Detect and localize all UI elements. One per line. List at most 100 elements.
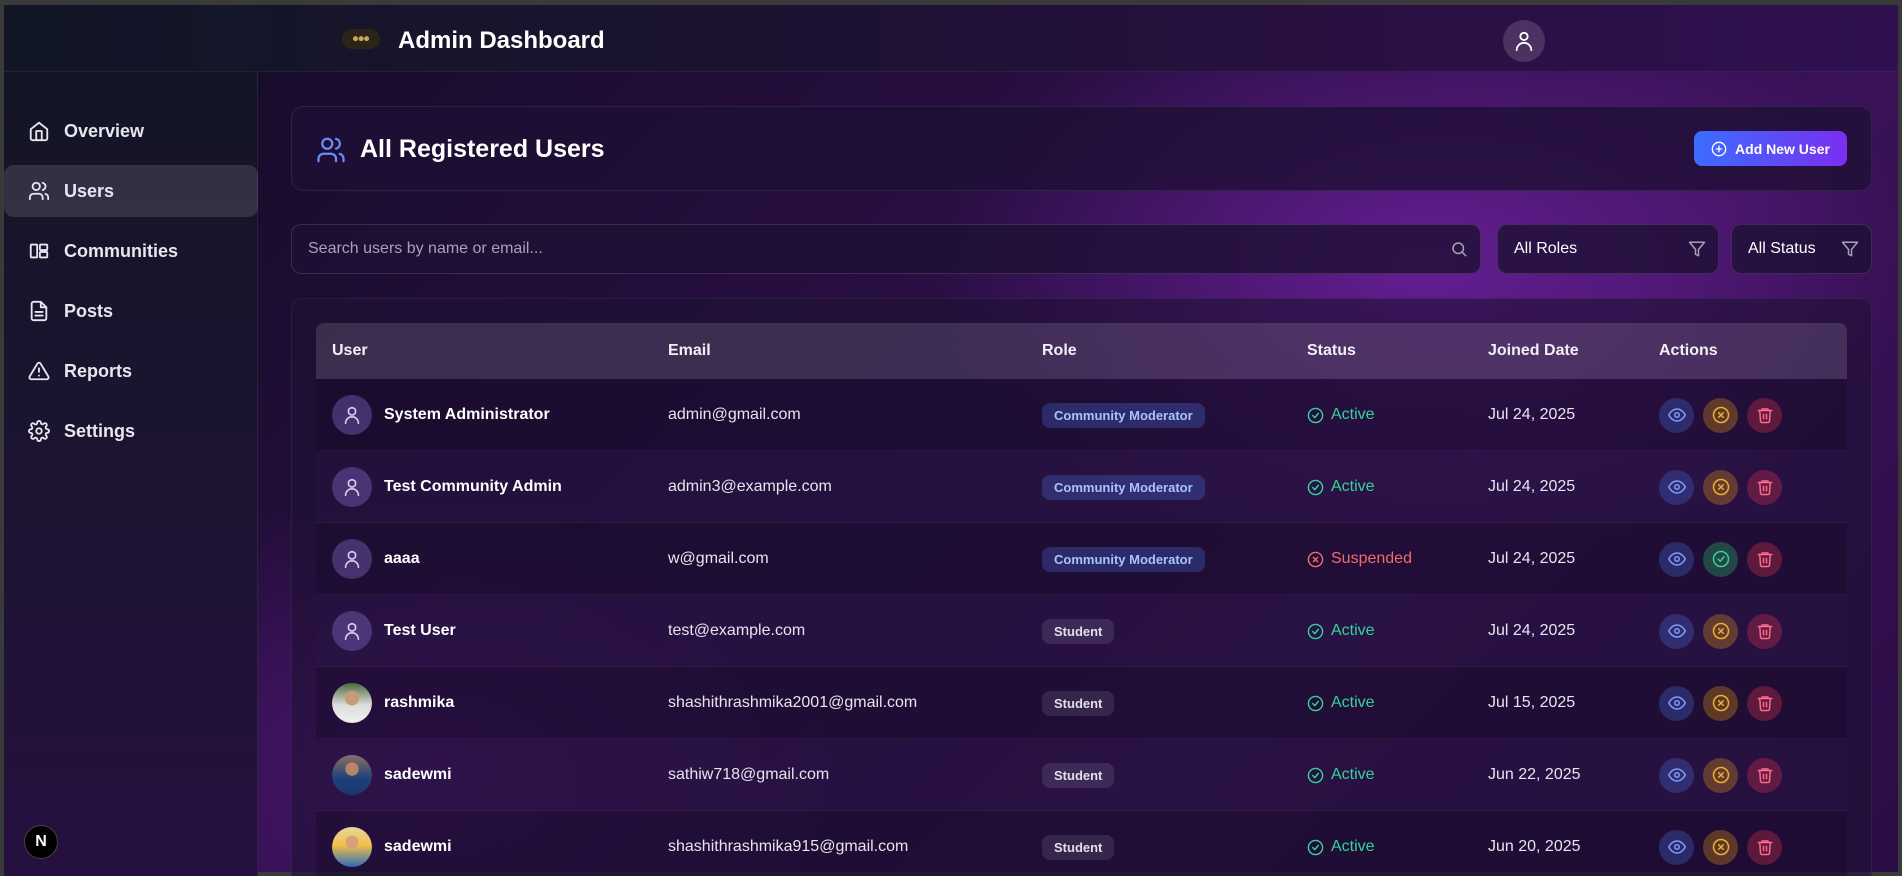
- avatar: [332, 395, 372, 435]
- status-filter-value: All Status: [1748, 240, 1816, 257]
- sidebar-item-users[interactable]: Users: [4, 165, 258, 217]
- check-circle-icon: [1307, 767, 1324, 783]
- users-icon: [28, 181, 50, 201]
- suspend-user-button[interactable]: [1703, 613, 1738, 649]
- joined-date-cell: Jul 15, 2025: [1488, 694, 1576, 711]
- column-header-user[interactable]: User: [332, 342, 368, 360]
- table-header: [316, 323, 1847, 379]
- joined-date-cell: Jul 24, 2025: [1488, 622, 1576, 639]
- column-header-joined[interactable]: Joined Date: [1488, 342, 1579, 360]
- view-user-button[interactable]: [1659, 757, 1694, 793]
- x-circle-icon: [1712, 478, 1729, 496]
- user-icon: [344, 478, 360, 497]
- role-badge: Student: [1042, 762, 1115, 788]
- suspend-user-button[interactable]: [1703, 829, 1738, 865]
- avatar: [332, 755, 372, 795]
- eye-icon: [1667, 624, 1686, 638]
- status-cell: Active: [1307, 379, 1375, 451]
- dev-badge[interactable]: N: [24, 825, 58, 859]
- delete-user-button[interactable]: [1747, 469, 1782, 505]
- eye-icon: [1667, 768, 1686, 782]
- page-title: All Registered Users: [360, 135, 605, 163]
- user-cell: aaaa: [332, 523, 420, 595]
- delete-user-button[interactable]: [1747, 829, 1782, 865]
- activate-user-button[interactable]: [1703, 541, 1738, 577]
- delete-user-button[interactable]: [1747, 757, 1782, 793]
- joined-date-cell: Jun 22, 2025: [1488, 766, 1581, 783]
- actions-cell: [1659, 451, 1782, 523]
- role-cell: Student: [1042, 595, 1115, 667]
- status-badge: Active: [1331, 766, 1375, 783]
- column-header-status[interactable]: Status: [1307, 342, 1356, 360]
- trash-icon: [1757, 840, 1772, 856]
- email-cell: w@gmail.com: [668, 550, 769, 567]
- avatar: [332, 827, 372, 867]
- sidebar-item-settings[interactable]: Settings: [4, 405, 258, 457]
- home-icon: [29, 121, 49, 142]
- role-badge: Community Moderator: [1042, 402, 1205, 428]
- table-row: rashmika shashithrashmika2001@gmail.com St…: [316, 667, 1847, 739]
- user-name: sadewmi: [384, 766, 452, 783]
- trash-icon: [1757, 696, 1772, 712]
- actions-cell: [1659, 739, 1782, 811]
- x-circle-icon: [1712, 838, 1729, 856]
- avatar: [332, 611, 372, 651]
- table-row: sadewmi shashithrashmika915@gmail.com Stud…: [316, 811, 1847, 876]
- user-name: Test Community Admin: [384, 478, 562, 495]
- suspend-user-button[interactable]: [1703, 469, 1738, 505]
- profile-button[interactable]: [1503, 20, 1545, 62]
- delete-user-button[interactable]: [1747, 541, 1782, 577]
- status-cell: Active: [1307, 667, 1375, 739]
- joined-date-cell: Jun 20, 2025: [1488, 838, 1581, 855]
- sidebar-item-overview[interactable]: Overview: [4, 105, 258, 157]
- check-circle-icon: [1712, 550, 1729, 568]
- brand-logo[interactable]: ⬤⬤⬤: [342, 29, 380, 49]
- role-cell: Community Moderator: [1042, 379, 1205, 451]
- suspend-user-button[interactable]: [1703, 757, 1738, 793]
- search-input[interactable]: [308, 225, 1428, 273]
- column-header-email[interactable]: Email: [668, 342, 711, 360]
- table-row: System Administrator admin@gmail.com Commu…: [316, 379, 1847, 451]
- delete-user-button[interactable]: [1747, 613, 1782, 649]
- view-user-button[interactable]: [1659, 613, 1694, 649]
- sidebar: Overview Users Communities Posts Reports…: [4, 72, 258, 876]
- gear-icon: [28, 420, 50, 442]
- sidebar-item-label: Settings: [64, 420, 136, 441]
- role-badge: Student: [1042, 618, 1115, 644]
- check-circle-icon: [1307, 695, 1324, 711]
- view-user-button[interactable]: [1659, 685, 1694, 721]
- role-filter-select[interactable]: All Roles: [1497, 224, 1719, 274]
- delete-user-button[interactable]: [1747, 685, 1782, 721]
- status-cell: Active: [1307, 451, 1375, 523]
- sidebar-item-communities[interactable]: Communities: [4, 225, 258, 277]
- status-filter-select[interactable]: All Status: [1731, 224, 1872, 274]
- role-cell: Community Moderator: [1042, 451, 1205, 523]
- sidebar-item-reports[interactable]: Reports: [4, 345, 258, 397]
- status-badge: Suspended: [1331, 550, 1412, 567]
- status-cell: Active: [1307, 811, 1375, 876]
- add-user-button[interactable]: Add New User: [1694, 131, 1847, 166]
- user-cell: System Administrator: [332, 379, 550, 451]
- search-icon[interactable]: [1450, 240, 1468, 258]
- app-title: Admin Dashboard: [398, 27, 605, 54]
- delete-user-button[interactable]: [1747, 397, 1782, 433]
- add-user-label: Add New User: [1735, 140, 1830, 157]
- column-header-role[interactable]: Role: [1042, 342, 1077, 360]
- table-row: Test User test@example.com Student Active Ju…: [316, 595, 1847, 667]
- user-cell: Test Community Admin: [332, 451, 562, 523]
- view-user-button[interactable]: [1659, 469, 1694, 505]
- eye-icon: [1667, 480, 1686, 494]
- view-user-button[interactable]: [1659, 829, 1694, 865]
- suspend-user-button[interactable]: [1703, 397, 1738, 433]
- status-cell: Suspended: [1307, 523, 1412, 595]
- view-user-button[interactable]: [1659, 541, 1694, 577]
- sidebar-item-posts[interactable]: Posts: [4, 285, 258, 337]
- email-cell: sathiw718@gmail.com: [668, 766, 830, 783]
- table-row: aaaa w@gmail.com Community Moderator Suspen…: [316, 523, 1847, 595]
- email-cell: test@example.com: [668, 622, 806, 639]
- view-user-button[interactable]: [1659, 397, 1694, 433]
- role-cell: Student: [1042, 739, 1115, 811]
- sidebar-item-label: Reports: [64, 360, 133, 381]
- suspend-user-button[interactable]: [1703, 685, 1738, 721]
- user-icon: [344, 406, 360, 425]
